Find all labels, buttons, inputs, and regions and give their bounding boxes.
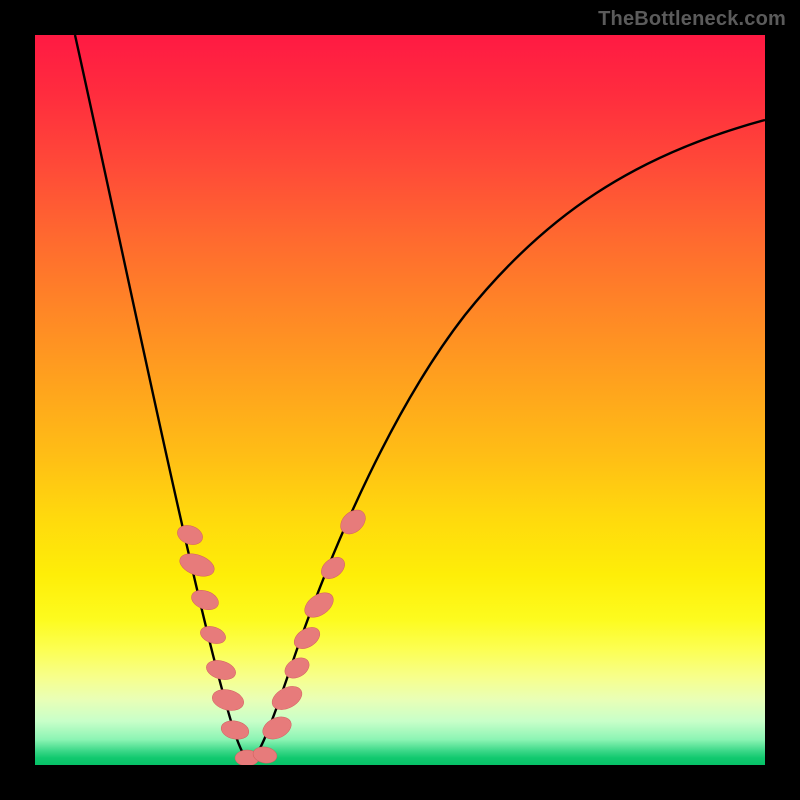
data-marker [317,553,349,583]
data-marker [189,587,221,613]
data-marker [219,718,250,741]
plot-area [35,35,765,765]
data-marker [290,623,323,653]
data-marker [175,522,206,548]
data-marker [204,657,238,683]
data-marker [336,505,370,539]
chart-frame: TheBottleneck.com [0,0,800,800]
marker-layer [35,35,765,765]
data-marker [198,623,228,646]
data-marker [177,549,218,580]
watermark-text: TheBottleneck.com [598,8,786,31]
data-marker [268,682,306,715]
data-marker [210,686,246,713]
data-marker [259,713,295,744]
data-marker [300,588,338,623]
data-marker [281,654,313,683]
